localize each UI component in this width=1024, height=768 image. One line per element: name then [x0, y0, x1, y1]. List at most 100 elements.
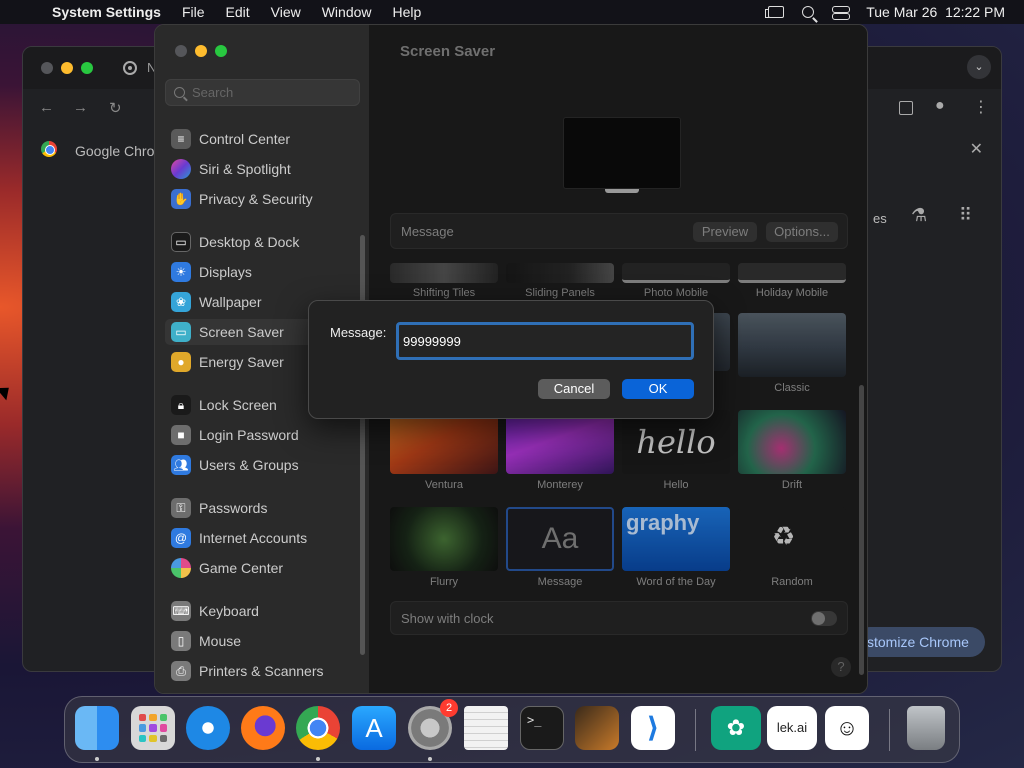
sidebar-item-mouse[interactable]: ▯ Mouse [165, 628, 358, 654]
notification-badge: 2 [440, 699, 458, 717]
menu-window[interactable]: Window [322, 4, 372, 20]
vscode-icon[interactable]: ⟩ [631, 706, 675, 750]
chrome-tab-icon [123, 61, 137, 75]
sidebar-item-printers-scanners[interactable]: ⎙ Printers & Scanners [165, 658, 358, 684]
google-logo-icon [41, 141, 57, 157]
dock-separator [695, 709, 696, 751]
sidebar-item-privacy-security[interactable]: ✋ Privacy & Security [165, 186, 358, 212]
game-center-icon [171, 558, 191, 578]
sidebar-item-label: Keyboard [199, 603, 259, 619]
message-input[interactable] [396, 322, 694, 360]
screen-saver-icon: ▭ [171, 322, 191, 342]
zoom-button[interactable] [215, 45, 227, 57]
close-button[interactable] [175, 45, 187, 57]
sidebar-item-users-groups[interactable]: 👥︎ Users & Groups [165, 452, 358, 478]
minimize-button[interactable] [61, 62, 73, 74]
sidebar-item-control-center[interactable]: ≡ Control Center [165, 126, 358, 152]
sidebar-item-displays[interactable]: ☀ Displays [165, 259, 358, 285]
sidebar-item-label: Displays [199, 264, 252, 280]
side-panel-icon[interactable] [899, 101, 913, 115]
sidebar-item-game-center[interactable]: Game Center [165, 555, 358, 581]
key-icon: ■ [171, 425, 191, 445]
sidebar-item-siri-spotlight[interactable]: Siri & Spotlight [165, 156, 358, 182]
running-indicator [95, 757, 99, 761]
sidebar-item-label: Control Center [199, 131, 291, 147]
sidebar-item-label: Energy Saver [199, 354, 284, 370]
forward-arrow-icon[interactable]: → [73, 99, 88, 116]
lek-ai-label: lek.ai [776, 720, 808, 735]
sidebar-item-internet-accounts[interactable]: @ Internet Accounts [165, 525, 358, 551]
control-center-icon[interactable] [832, 5, 851, 20]
chrome-window-controls [41, 62, 93, 74]
dock-icon: ▭ [171, 232, 191, 252]
sidebar-item-label: Screen Saver [199, 324, 284, 340]
profile-icon[interactable]: ● [935, 97, 945, 115]
customize-chrome-button[interactable]: stomize Chrome [855, 627, 985, 657]
sidebar-item-label: Desktop & Dock [199, 234, 300, 250]
lek-ai-icon[interactable]: lek.ai [767, 706, 817, 750]
siri-icon [171, 159, 191, 179]
users-icon: 👥︎ [171, 455, 191, 475]
apps-grid-icon[interactable]: ⠿ [959, 205, 972, 226]
message-dialog: Message: Cancel OK [308, 300, 714, 419]
firefox-icon[interactable] [241, 706, 285, 750]
reload-icon[interactable]: ↻ [109, 99, 122, 117]
finder-icon[interactable] [75, 706, 119, 750]
sidebar-item-desktop-dock[interactable]: ▭ Desktop & Dock [165, 229, 358, 255]
zoom-button[interactable] [81, 62, 93, 74]
sidebar-item-label: Printers & Scanners [199, 663, 324, 679]
avatar-icon[interactable]: ☺ [825, 706, 869, 750]
menu-edit[interactable]: Edit [226, 4, 250, 20]
guitar-icon[interactable] [575, 706, 619, 750]
chatgpt-icon[interactable]: ✿ [711, 706, 761, 750]
labs-flask-icon[interactable]: ⚗ [911, 205, 927, 226]
search-icon [174, 87, 185, 98]
sidebar-item-login-password[interactable]: ■ Login Password [165, 422, 358, 448]
google-chrome-text: Google Chrom [75, 143, 167, 159]
menu-bar: System Settings File Edit View Window He… [0, 0, 1024, 24]
app-menu[interactable]: System Settings [52, 4, 161, 20]
system-settings-icon[interactable]: 2 [408, 699, 458, 750]
menu-view[interactable]: View [271, 4, 301, 20]
at-icon: @ [171, 528, 191, 548]
chrome-icon[interactable] [296, 706, 340, 750]
more-menu-icon[interactable]: ⋮ [973, 97, 989, 117]
sidebar-item-label: Lock Screen [199, 397, 277, 413]
sidebar-search-field[interactable]: Search [165, 79, 360, 106]
keyboard-icon: ⌨ [171, 601, 191, 621]
terminal-icon[interactable]: >_ [520, 706, 564, 750]
sidebar-item-label: Privacy & Security [199, 191, 313, 207]
wallpaper-icon: ❀ [171, 292, 191, 312]
stage-manager-icon[interactable] [765, 6, 785, 18]
sidebar-item-passwords[interactable]: ⚿ Passwords [165, 495, 358, 521]
back-arrow-icon[interactable]: ← [39, 99, 54, 116]
app-store-icon[interactable]: A [352, 706, 396, 750]
menu-help[interactable]: Help [393, 4, 422, 20]
cancel-button[interactable]: Cancel [538, 379, 610, 399]
textedit-icon[interactable] [464, 706, 508, 750]
sidebar-item-label: Login Password [199, 427, 299, 443]
sidebar-item-label: Passwords [199, 500, 268, 516]
minimize-button[interactable] [195, 45, 207, 57]
running-indicator [316, 757, 320, 761]
sidebar-item-keyboard[interactable]: ⌨ Keyboard [165, 598, 358, 624]
launchpad-icon[interactable] [131, 706, 175, 750]
message-field-label: Message: [330, 325, 387, 340]
sidebar-item-label: Mouse [199, 633, 242, 649]
menu-file[interactable]: File [182, 4, 205, 20]
printer-icon: ⎙ [171, 661, 191, 681]
tab-search-chevron-icon[interactable]: ⌄ [967, 55, 991, 79]
sidebar-item-label: Game Center [199, 560, 284, 576]
mouse-icon: ▯ [171, 631, 191, 651]
spotlight-search-icon[interactable] [802, 6, 815, 18]
trash-icon[interactable] [907, 706, 945, 750]
ok-button[interactable]: OK [622, 379, 694, 399]
control-center-icon: ≡ [171, 129, 191, 149]
chrome-partial-text: es [873, 211, 887, 226]
close-button[interactable] [41, 62, 53, 74]
safari-icon[interactable] [186, 706, 230, 750]
bulb-icon: ● [171, 352, 191, 372]
close-icon[interactable]: ✕ [970, 139, 983, 159]
hand-icon: ✋ [171, 189, 191, 209]
menubar-clock[interactable]: Tue Mar 26 12:22 PM [866, 4, 1005, 20]
